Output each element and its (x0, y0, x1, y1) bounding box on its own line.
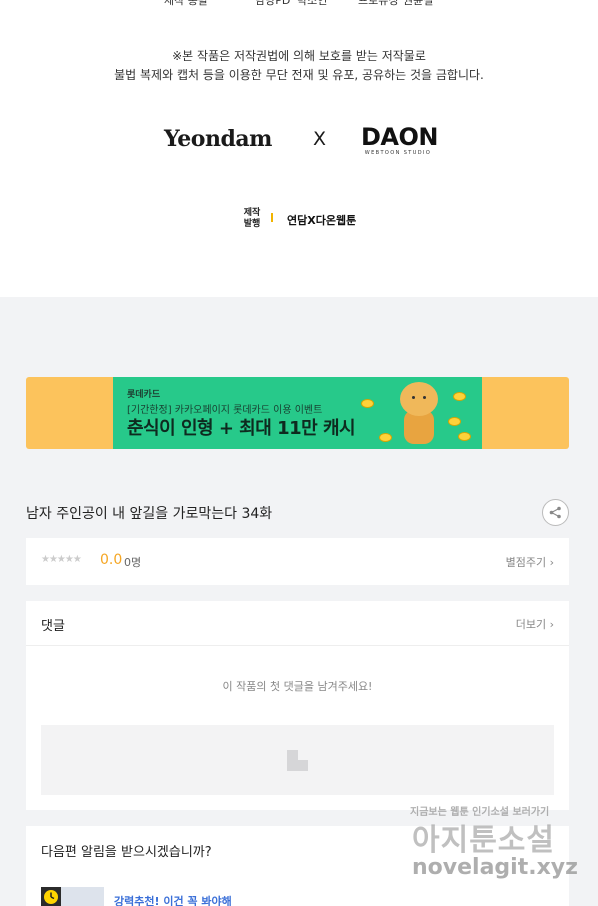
coin-icon (453, 392, 466, 401)
clock-badge (41, 887, 61, 906)
publisher-name: 연담X다온웹툰 (287, 214, 357, 227)
coin-icon (361, 399, 374, 408)
credit-name: 권윤철 (403, 0, 434, 7)
recommendation-thumbnail (61, 887, 104, 906)
daon-logo-text: DAON (361, 123, 438, 151)
credit-keys: 제작 발행 (241, 208, 263, 230)
rating-score: 0.0 (100, 552, 123, 568)
character-eye (412, 396, 415, 399)
character-head (400, 382, 438, 416)
character-eye (423, 396, 426, 399)
credit-key: 제작 (243, 208, 261, 218)
character-illustration (398, 382, 440, 444)
coin-icon (448, 417, 461, 426)
banner-brand: 롯데카드 (127, 390, 161, 400)
logo-cross-mark: X (313, 128, 327, 150)
promo-banner[interactable]: 롯데카드 [기간한정] 카카오페이지 롯데카드 이용 이벤트 춘식이 인형 + … (26, 377, 569, 449)
comments-title: 댓글 (41, 619, 65, 634)
coin-icon (379, 433, 392, 442)
banner-title: 춘식이 인형 + 최대 11만 캐시 (127, 418, 356, 439)
credit-divider (271, 213, 273, 222)
clock-icon (44, 890, 58, 904)
notification-panel: 다음편 알림을 받으시겠습니까? 강력추천! 이건 꼭 봐야해 (26, 826, 569, 906)
notice-line: ※본 작품은 저작권법에 의해 보호를 받는 저작물로 (172, 49, 426, 63)
promo-banner-content: 롯데카드 [기간한정] 카카오페이지 롯데카드 이용 이벤트 춘식이 인형 + … (113, 377, 482, 449)
comments-more-link[interactable]: 더보기 › (516, 616, 554, 632)
credit-label: 담당PD (255, 0, 291, 7)
comment-input-area[interactable] (41, 725, 554, 795)
rating-panel: ★★★★★ 0.0 0명 별점주기 › (26, 538, 569, 585)
rate-button[interactable]: 별점주기 › (506, 554, 554, 570)
notice-line: 불법 복제와 캡처 등을 이용한 무단 전재 및 유포, 공유하는 것을 금합니… (114, 68, 484, 82)
comment-placeholder-icon (287, 750, 308, 771)
comments-panel: 댓글 더보기 › 이 작품의 첫 댓글을 남겨주세요! (26, 601, 569, 810)
comments-header: 댓글 더보기 › (26, 601, 569, 646)
credit-key: 발행 (243, 219, 261, 229)
daon-logo: DAON WEBTOON STUDIO (361, 123, 438, 156)
share-icon (549, 506, 561, 519)
star-rating-icons: ★★★★★ (41, 554, 82, 565)
credit-label: 프로듀싱 (358, 0, 399, 7)
notification-question: 다음편 알림을 받으시겠습니까? (41, 845, 212, 860)
empty-comments-message: 이 작품의 첫 댓글을 남겨주세요! (222, 680, 373, 693)
recommendation-title: 강력추천! 이건 꼭 봐야해 (114, 895, 232, 906)
share-button[interactable] (542, 499, 569, 526)
credit-name: 박소연 (297, 0, 328, 7)
rating-count: 0명 (124, 556, 142, 569)
work-info-section: 제작 총괄 담당PD 박소연 프로듀싱 권윤철 ※본 작품은 저작권법에 의해 … (0, 0, 598, 297)
yeondam-logo: Yeondam (164, 126, 272, 152)
daon-logo-subtext: WEBTOON STUDIO (364, 150, 432, 156)
credits-row: 제작 총괄 담당PD 박소연 프로듀싱 권윤철 (0, 0, 598, 7)
copyright-notice: ※본 작품은 저작권법에 의해 보호를 받는 저작물로 불법 복제와 캡처 등을… (0, 47, 598, 85)
coin-icon (458, 432, 471, 441)
credit-label: 제작 총괄 (164, 0, 208, 7)
episode-title: 남자 주인공이 내 앞길을 가로막는다 34화 (26, 506, 273, 522)
